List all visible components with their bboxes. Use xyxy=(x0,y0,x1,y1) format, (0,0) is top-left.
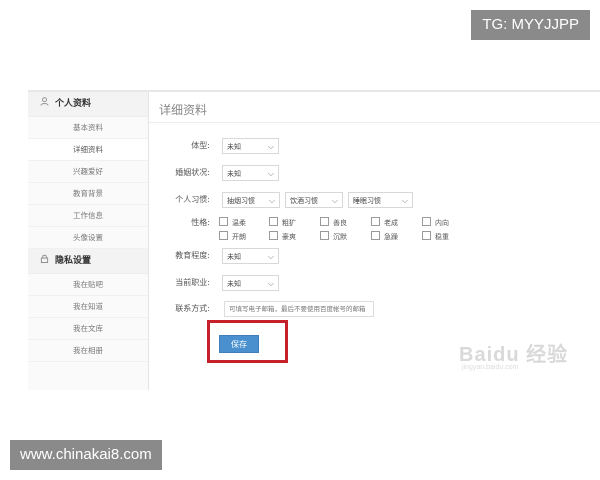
checkbox[interactable] xyxy=(320,231,329,240)
checkbox[interactable] xyxy=(269,217,278,226)
checkbox[interactable] xyxy=(219,231,228,240)
baidu-jingyan-watermark: Baidu 经验 xyxy=(459,344,569,366)
personality-option-cheerful[interactable]: 开朗 xyxy=(219,231,246,243)
tg-watermark-badge: TG: MYYJJPP xyxy=(471,10,590,40)
sidebar-item-education[interactable]: 教育背景 xyxy=(28,183,148,205)
education-label: 教育程度: xyxy=(175,251,210,260)
checkbox[interactable] xyxy=(422,231,431,240)
sidebar-item-zhidao[interactable]: 我在知道 xyxy=(28,296,148,318)
page-title: 详细资料 xyxy=(159,103,208,117)
contact-label: 联系方式: xyxy=(175,304,210,313)
sleeping-habit-value: 睡眠习惯 xyxy=(353,197,381,205)
smoking-habit-select[interactable]: 抽烟习惯 ⌵ xyxy=(222,192,280,208)
lock-icon xyxy=(40,249,50,273)
sidebar-item-work[interactable]: 工作信息 xyxy=(28,205,148,227)
checkbox[interactable] xyxy=(371,217,380,226)
sidebar-section-privacy-label: 隐私设置 xyxy=(55,256,92,266)
chevron-down-icon: ⌵ xyxy=(267,279,274,288)
occupation-value: 未知 xyxy=(227,280,241,288)
body-type-value: 未知 xyxy=(227,143,241,151)
body-type-label: 体型: xyxy=(191,141,210,150)
checkbox[interactable] xyxy=(320,217,329,226)
personality-option-rough[interactable]: 粗犷 xyxy=(269,217,296,229)
sidebar-item-basic-info[interactable]: 基本资料 xyxy=(28,117,148,139)
personality-option-mature[interactable]: 老成 xyxy=(371,217,398,229)
occupation-select[interactable]: 未知 ⌵ xyxy=(222,275,279,291)
user-icon xyxy=(40,92,50,116)
checkbox[interactable] xyxy=(422,217,431,226)
body-type-select[interactable]: 未知 ⌵ xyxy=(222,138,279,154)
occupation-label: 当前职业: xyxy=(175,278,210,287)
marital-select[interactable]: 未知 ⌵ xyxy=(222,165,279,181)
marital-value: 未知 xyxy=(227,170,241,178)
detail-form-panel: 详细资料 体型: 未知 ⌵ 婚姻状况: 未知 ⌵ 个人习惯: 抽烟习惯 ⌵ 饮酒… xyxy=(149,92,600,390)
personality-option-silent[interactable]: 沉默 xyxy=(320,231,347,243)
personality-option-gentle[interactable]: 温柔 xyxy=(219,217,246,229)
contact-input[interactable] xyxy=(224,301,374,317)
personality-option-impatient[interactable]: 急躁 xyxy=(371,231,398,243)
chevron-down-icon: ⌵ xyxy=(331,196,338,205)
sidebar-section-personal-label: 个人资料 xyxy=(55,99,92,109)
personality-option-introvert[interactable]: 内向 xyxy=(422,217,449,229)
personality-option-kind[interactable]: 善良 xyxy=(320,217,347,229)
education-value: 未知 xyxy=(227,253,241,261)
sidebar-item-avatar[interactable]: 头像设置 xyxy=(28,227,148,249)
personality-option-steady[interactable]: 稳重 xyxy=(422,231,449,243)
sidebar-item-album[interactable]: 我在相册 xyxy=(28,340,148,362)
checkbox[interactable] xyxy=(371,231,380,240)
sidebar-item-wenku[interactable]: 我在文库 xyxy=(28,318,148,340)
highlight-annotation-box xyxy=(207,320,288,363)
chevron-down-icon: ⌵ xyxy=(401,196,408,205)
personality-label: 性格: xyxy=(191,218,210,227)
checkbox[interactable] xyxy=(219,217,228,226)
smoking-habit-value: 抽烟习惯 xyxy=(227,197,255,205)
drinking-habit-value: 饮酒习惯 xyxy=(290,197,318,205)
sidebar-section-privacy[interactable]: 隐私设置 xyxy=(28,249,148,274)
sidebar-item-tieba[interactable]: 我在贴吧 xyxy=(28,274,148,296)
chevron-down-icon: ⌵ xyxy=(267,169,274,178)
sleeping-habit-select[interactable]: 睡眠习惯 ⌵ xyxy=(348,192,413,208)
drinking-habit-select[interactable]: 饮酒习惯 ⌵ xyxy=(285,192,343,208)
chevron-down-icon: ⌵ xyxy=(268,196,275,205)
watermark-url: jingyan.baidu.com xyxy=(462,364,519,371)
chevron-down-icon: ⌵ xyxy=(267,252,274,261)
habits-label: 个人习惯: xyxy=(175,195,210,204)
checkbox[interactable] xyxy=(269,231,278,240)
chevron-down-icon: ⌵ xyxy=(267,142,274,151)
personality-option-bold[interactable]: 豪爽 xyxy=(269,231,296,243)
sidebar-item-detailed-info[interactable]: 详细资料 xyxy=(28,139,148,161)
site-watermark-badge: www.chinakai8.com xyxy=(10,440,162,470)
sidebar-item-interests[interactable]: 兴趣爱好 xyxy=(28,161,148,183)
title-divider xyxy=(149,122,600,123)
marital-label: 婚姻状况: xyxy=(175,168,210,177)
education-select[interactable]: 未知 ⌵ xyxy=(222,248,279,264)
sidebar-section-personal[interactable]: 个人资料 xyxy=(28,92,148,117)
settings-sidebar: 个人资料 基本资料 详细资料 兴趣爱好 教育背景 工作信息 头像设置 隐私设置 … xyxy=(28,92,149,390)
